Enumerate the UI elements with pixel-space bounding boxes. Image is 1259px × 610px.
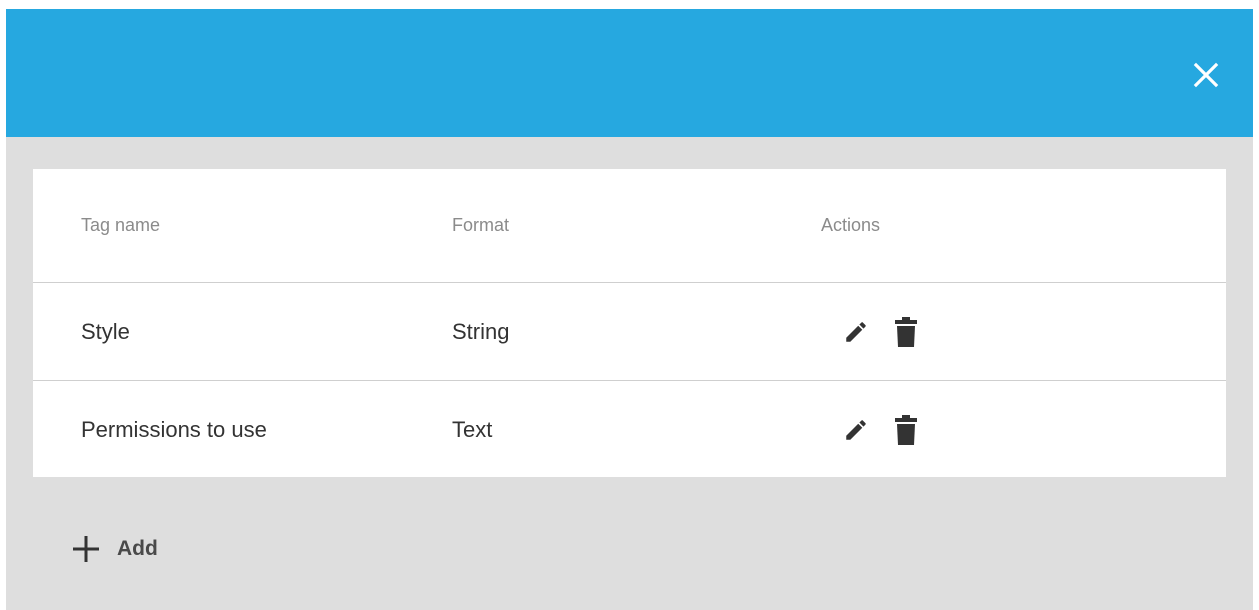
edit-button[interactable] [836,312,876,352]
add-button[interactable]: Add [69,532,158,566]
close-button[interactable] [1192,61,1220,89]
edit-icon [846,321,866,342]
format-cell: Text [452,416,493,442]
column-header-tag-name[interactable]: Tag name [81,169,160,282]
add-button-label: Add [117,537,158,560]
actions-cell [821,283,926,380]
delete-icon [895,414,917,445]
column-header-format[interactable]: Format [452,169,509,282]
delete-button[interactable] [886,410,926,450]
tag-dialog: Tag name Format Actions Style String Per… [6,9,1253,610]
table-header-row: Tag name Format Actions [33,169,1226,283]
table-row: Style String [33,283,1226,381]
edit-icon [846,419,866,440]
edit-button[interactable] [836,410,876,450]
close-icon [1193,62,1219,88]
column-header-actions: Actions [821,215,881,235]
tag-name-cell: Style [81,318,130,344]
delete-button[interactable] [886,312,926,352]
actions-cell [821,381,926,478]
format-cell: String [452,318,510,344]
tag-name-cell: Permissions to use [81,416,267,442]
plus-icon [73,536,99,562]
delete-icon [895,316,917,347]
table-row: Permissions to use Text [33,381,1226,478]
dialog-header [6,9,1253,137]
tags-table: Tag name Format Actions Style String Per… [33,169,1226,477]
